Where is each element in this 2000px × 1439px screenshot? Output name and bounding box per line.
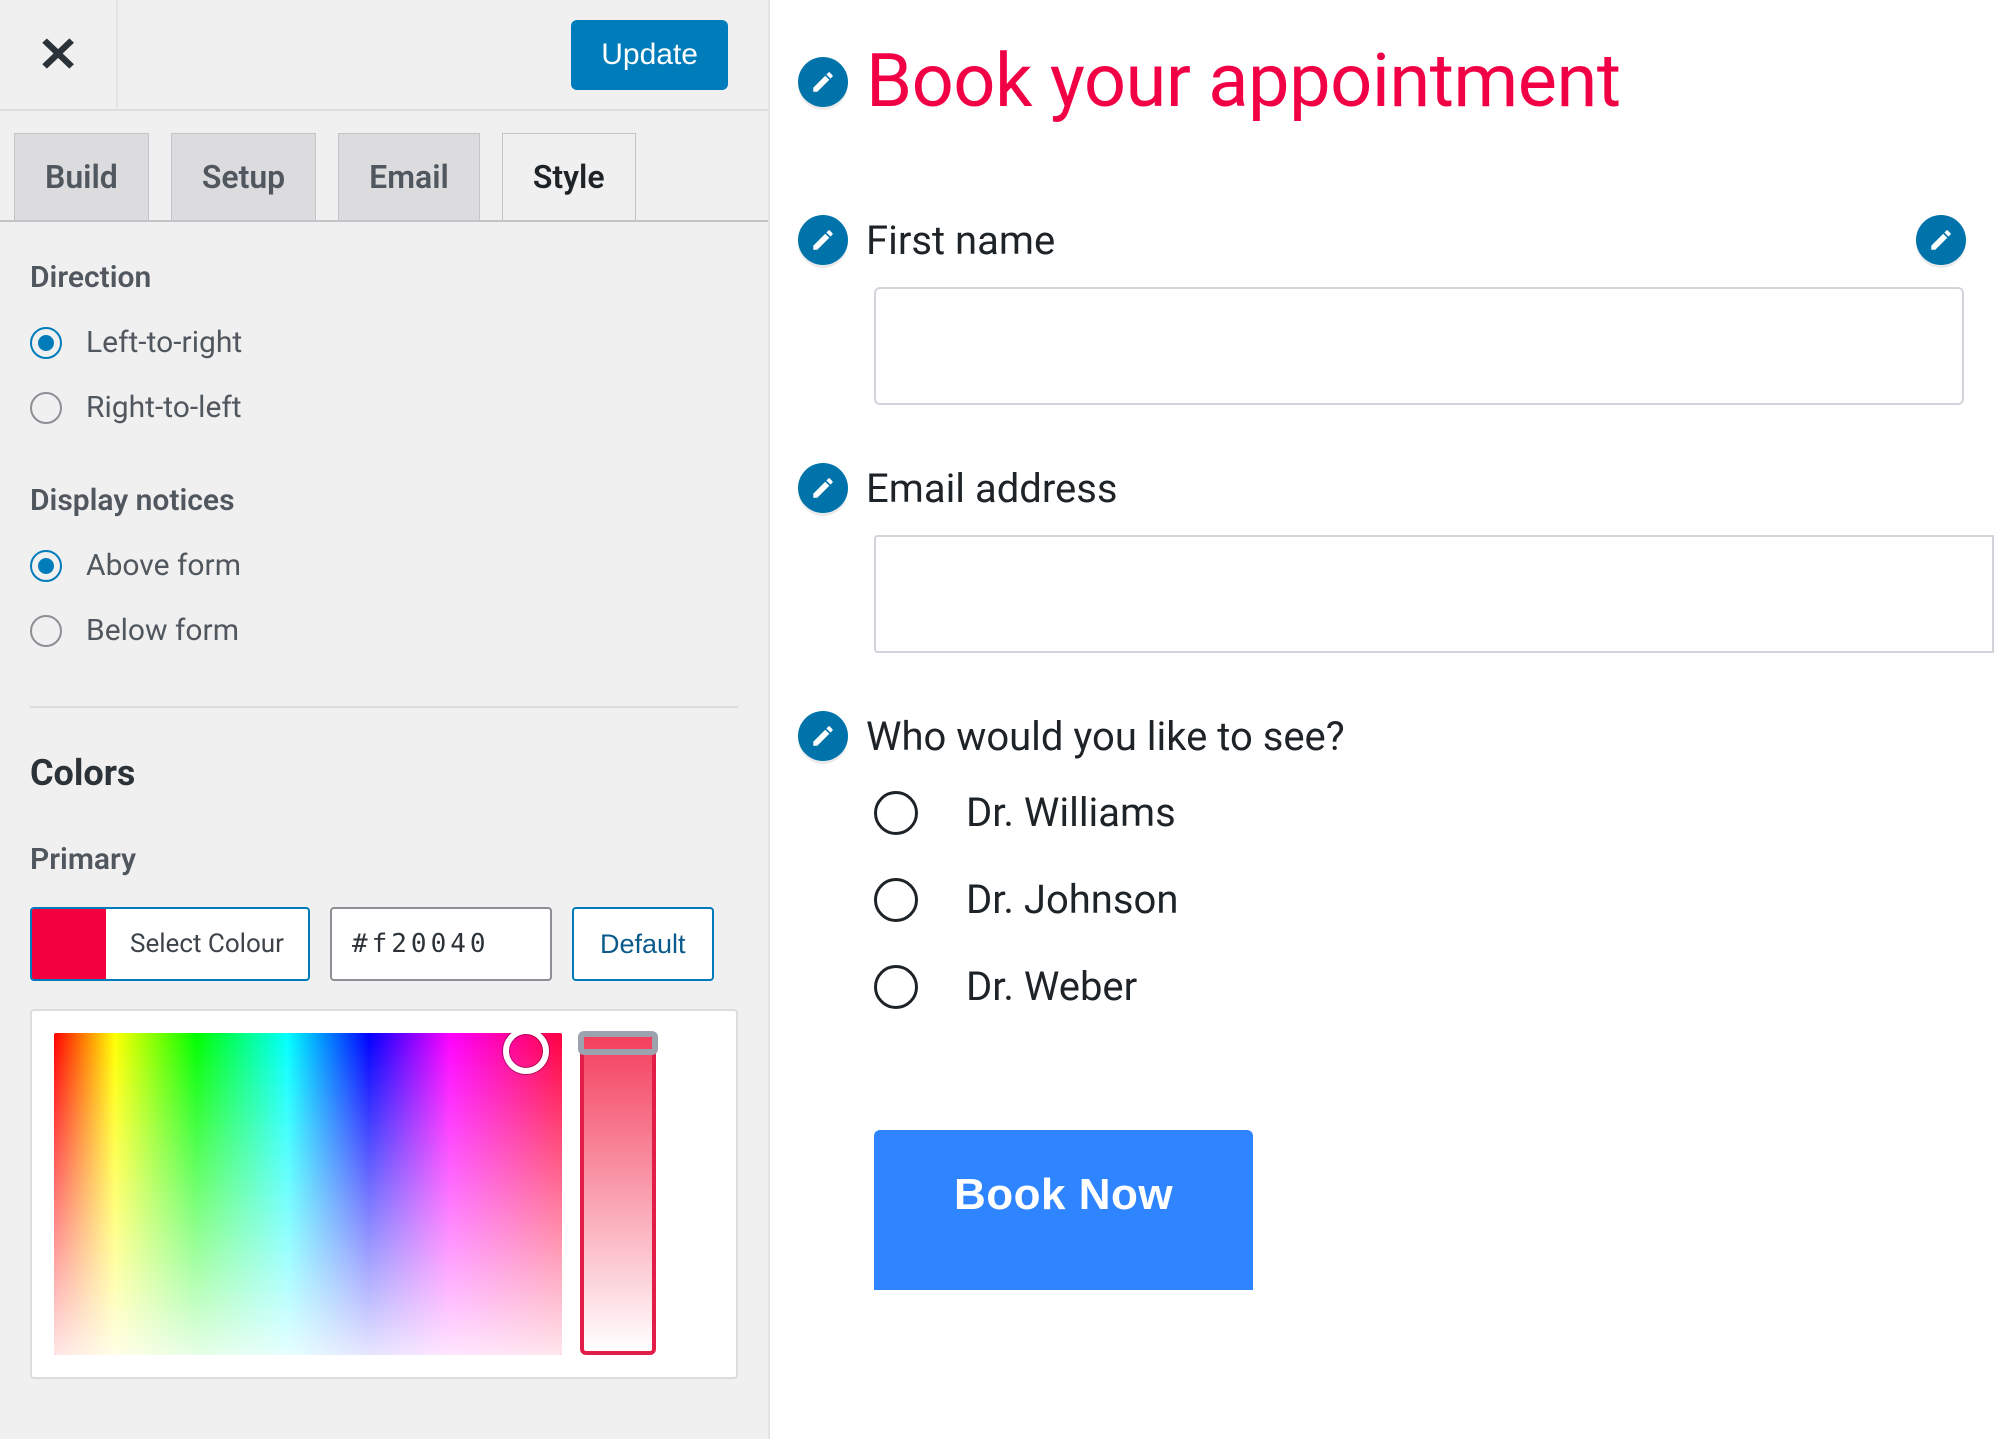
first-name-input[interactable] — [874, 287, 1964, 405]
color-swatch — [32, 909, 106, 979]
form-title: Book your appointment — [866, 38, 1621, 125]
radio-icon — [30, 615, 62, 647]
option-williams[interactable]: Dr. Williams — [874, 789, 2000, 836]
primary-label: Primary — [30, 842, 738, 877]
radio-icon — [30, 392, 62, 424]
close-icon: ✕ — [37, 31, 79, 79]
radio-icon — [30, 327, 62, 359]
option-label: Dr. Weber — [966, 963, 1137, 1010]
radio-icon — [874, 965, 918, 1009]
tab-email[interactable]: Email — [338, 133, 480, 221]
close-button[interactable]: ✕ — [0, 0, 118, 110]
pencil-icon — [810, 475, 836, 501]
edit-title-button[interactable] — [798, 57, 848, 107]
doctor-options: Dr. Williams Dr. Johnson Dr. Weber — [874, 789, 2000, 1010]
style-sidebar: ✕ Update Build Setup Email Style Directi… — [0, 0, 770, 1439]
option-johnson[interactable]: Dr. Johnson — [874, 876, 2000, 923]
edit-field-secondary-button[interactable] — [1916, 215, 1966, 265]
option-label: Dr. Johnson — [966, 876, 1178, 923]
notices-above[interactable]: Above form — [30, 548, 738, 583]
notices-group: Above form Below form — [30, 548, 738, 648]
tab-build[interactable]: Build — [14, 133, 149, 221]
pencil-icon — [810, 227, 836, 253]
form-preview: Book your appointment First name Email a — [770, 0, 2000, 1439]
hue-slider[interactable] — [580, 1033, 656, 1355]
tab-setup[interactable]: Setup — [171, 133, 316, 221]
edit-field-button[interactable] — [798, 215, 848, 265]
email-input[interactable] — [874, 535, 1994, 653]
question-label: Who would you like to see? — [866, 713, 1345, 760]
hex-input[interactable] — [330, 907, 552, 981]
direction-ltr[interactable]: Left-to-right — [30, 325, 738, 360]
pencil-icon — [1928, 227, 1954, 253]
direction-group: Left-to-right Right-to-left — [30, 325, 738, 425]
notices-heading: Display notices — [30, 483, 738, 518]
edit-field-button[interactable] — [798, 463, 848, 513]
update-button[interactable]: Update — [571, 20, 728, 90]
hue-thumb[interactable] — [578, 1031, 658, 1055]
radio-label: Right-to-left — [86, 390, 242, 425]
select-colour-label: Select Colour — [106, 929, 308, 959]
radio-icon — [874, 878, 918, 922]
pencil-icon — [810, 69, 836, 95]
color-picker — [30, 1009, 738, 1379]
notices-below[interactable]: Below form — [30, 613, 738, 648]
colors-heading: Colors — [30, 752, 738, 794]
divider — [30, 706, 738, 708]
first-name-label: First name — [866, 217, 1055, 264]
radio-label: Left-to-right — [86, 325, 242, 360]
saturation-value-picker[interactable] — [54, 1033, 562, 1355]
option-weber[interactable]: Dr. Weber — [874, 963, 2000, 1010]
option-label: Dr. Williams — [966, 789, 1176, 836]
default-button[interactable]: Default — [572, 907, 714, 981]
radio-icon — [30, 550, 62, 582]
tab-strip: Build Setup Email Style — [0, 111, 768, 221]
radio-icon — [874, 791, 918, 835]
direction-rtl[interactable]: Right-to-left — [30, 390, 738, 425]
submit-button[interactable]: Book Now — [874, 1130, 1253, 1290]
edit-field-button[interactable] — [798, 711, 848, 761]
radio-label: Above form — [86, 548, 241, 583]
select-colour-button[interactable]: Select Colour — [30, 907, 310, 981]
email-label: Email address — [866, 465, 1118, 512]
pencil-icon — [810, 723, 836, 749]
tab-style[interactable]: Style — [502, 133, 636, 221]
direction-heading: Direction — [30, 260, 738, 295]
topbar: ✕ Update — [0, 0, 768, 111]
radio-label: Below form — [86, 613, 239, 648]
